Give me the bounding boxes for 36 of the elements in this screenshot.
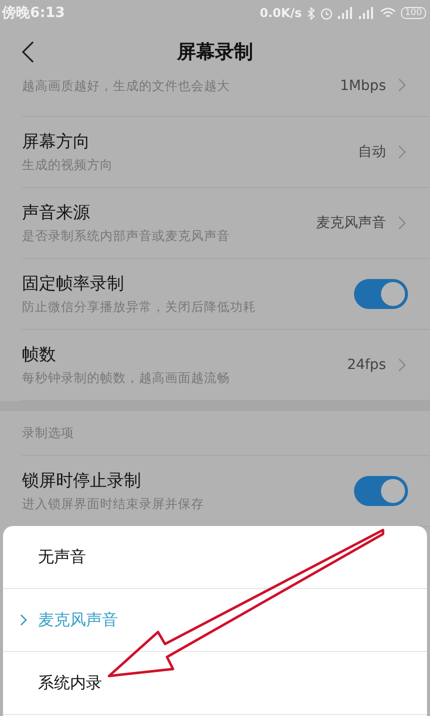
setting-title: 声音来源 bbox=[22, 202, 91, 224]
chevron-icon bbox=[398, 78, 406, 92]
chevron-icon bbox=[398, 145, 406, 159]
setting-description: 每秒钟录制的帧数，越高画面越流畅 bbox=[22, 370, 231, 387]
wifi-icon bbox=[380, 7, 396, 19]
setting-description: 防止微信分享播放异常，关闭后降低功耗 bbox=[22, 299, 257, 316]
back-icon[interactable] bbox=[22, 41, 34, 63]
network-speed: 0.0K/s bbox=[260, 6, 302, 20]
toggle-switch[interactable] bbox=[354, 476, 408, 506]
setting-value[interactable]: 麦克风声音 bbox=[316, 214, 386, 232]
setting-value[interactable]: 自动 bbox=[358, 143, 386, 161]
signal-icon bbox=[338, 7, 354, 19]
setting-title: 帧数 bbox=[22, 344, 57, 366]
bluetooth-icon bbox=[306, 6, 315, 20]
setting-title: 屏幕方向 bbox=[22, 131, 91, 153]
page-title: 屏幕录制 bbox=[177, 40, 253, 65]
setting-description: 进入锁屏界面时结束录屏并保存 bbox=[22, 496, 205, 513]
setting-description: 是否录制系统内部声音或麦克风声音 bbox=[22, 228, 231, 245]
setting-title: 锁屏时停止录制 bbox=[22, 470, 142, 492]
battery-level: 100 bbox=[400, 7, 426, 19]
chevron-icon bbox=[20, 614, 27, 626]
status-time: 傍晚6:13 bbox=[2, 4, 65, 22]
chevron-icon bbox=[398, 358, 406, 372]
sound-option[interactable]: 麦克风声音 bbox=[3, 589, 427, 652]
chevron-icon bbox=[398, 216, 406, 230]
setting-title: 固定帧率录制 bbox=[22, 273, 125, 295]
setting-description: 越高画质越好，生成的文件也会越大 bbox=[22, 78, 231, 95]
setting-description: 生成的视频方向 bbox=[22, 157, 114, 174]
alarm-icon bbox=[320, 6, 333, 20]
section-header: 录制选项 bbox=[22, 424, 74, 442]
signal-icon bbox=[358, 7, 375, 19]
toggle-switch[interactable] bbox=[354, 279, 408, 309]
sound-option[interactable]: 系统内录 bbox=[3, 652, 427, 715]
sound-option[interactable]: 无声音 bbox=[3, 526, 427, 589]
setting-value[interactable]: 1Mbps bbox=[340, 78, 386, 94]
setting-value[interactable]: 24fps bbox=[347, 357, 386, 373]
